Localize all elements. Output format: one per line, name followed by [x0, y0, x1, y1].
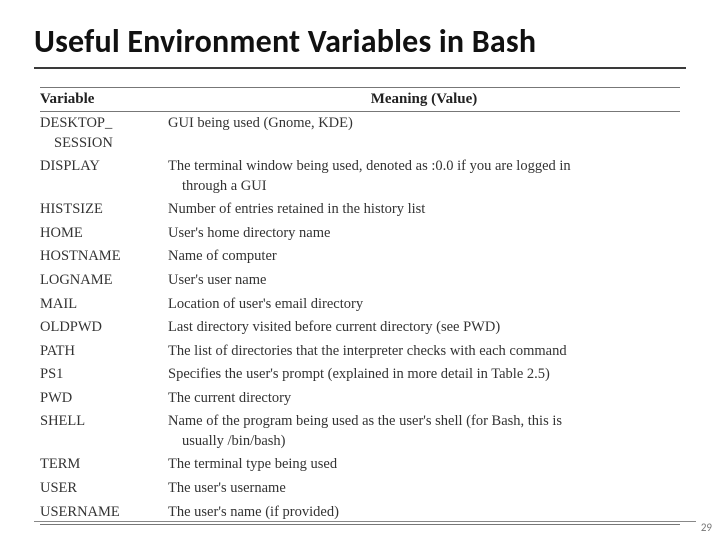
meaning-cell: Number of entries retained in the histor…	[168, 200, 680, 220]
meaning-cell: Last directory visited before current di…	[168, 318, 680, 338]
table-row: MAIL Location of user's email directory	[40, 293, 680, 317]
meaning-line1: Specifies the user's prompt (explained i…	[168, 366, 550, 382]
slide: Useful Environment Variables in Bash Var…	[0, 0, 720, 540]
table-row: HISTSIZE Number of entries retained in th…	[40, 198, 680, 222]
var-cell: LOGNAME	[40, 271, 168, 291]
var-cell: PATH	[40, 342, 168, 362]
var-cell: DESKTOP_ SESSION	[40, 114, 168, 153]
meaning-line1: GUI being used (Gnome, KDE)	[168, 115, 353, 131]
var-line1: LOGNAME	[40, 272, 113, 288]
footer-rule	[34, 521, 696, 522]
table-header: Variable Meaning (Value)	[40, 88, 680, 111]
meaning-line2: usually /bin/bash)	[168, 432, 680, 452]
var-line1: HOSTNAME	[40, 248, 121, 264]
var-cell: TERM	[40, 455, 168, 475]
var-cell: SHELL	[40, 412, 168, 432]
meaning-line1: The current directory	[168, 390, 291, 406]
var-line1: DISPLAY	[40, 158, 100, 174]
table-row: PATH The list of directories that the int…	[40, 340, 680, 364]
meaning-cell: Name of computer	[168, 247, 680, 267]
var-line1: PWD	[40, 390, 72, 406]
meaning-cell: The user's username	[168, 479, 680, 499]
meaning-cell: User's user name	[168, 271, 680, 291]
table-bottom-rule	[40, 524, 680, 525]
meaning-cell: The list of directories that the interpr…	[168, 342, 680, 362]
table-row: HOME User's home directory name	[40, 222, 680, 246]
table-row: HOSTNAME Name of computer	[40, 245, 680, 269]
meaning-cell: The terminal window being used, denoted …	[168, 157, 680, 196]
meaning-cell: User's home directory name	[168, 224, 680, 244]
header-variable: Variable	[40, 91, 168, 108]
meaning-line1: The list of directories that the interpr…	[168, 343, 567, 359]
meaning-line1: The terminal type being used	[168, 456, 337, 472]
var-line1: PS1	[40, 366, 63, 382]
env-vars-table: Variable Meaning (Value) DESKTOP_ SESSION…	[40, 87, 680, 525]
var-cell: USER	[40, 479, 168, 499]
meaning-cell: The user's name (if provided)	[168, 503, 680, 523]
table-row: USER The user's username	[40, 477, 680, 501]
meaning-line1: Location of user's email directory	[168, 296, 363, 312]
meaning-cell: The terminal type being used	[168, 455, 680, 475]
var-line1: MAIL	[40, 296, 77, 312]
meaning-line2: through a GUI	[168, 177, 680, 197]
meaning-line1: Number of entries retained in the histor…	[168, 201, 425, 217]
table-row: DESKTOP_ SESSIONGUI being used (Gnome, KD…	[40, 112, 680, 155]
var-cell: PWD	[40, 389, 168, 409]
meaning-line1: The user's name (if provided)	[168, 504, 339, 520]
meaning-line1: User's user name	[168, 272, 266, 288]
table-body: DESKTOP_ SESSIONGUI being used (Gnome, KD…	[40, 112, 680, 524]
var-line2: SESSION	[40, 134, 168, 154]
meaning-cell: Name of the program being used as the us…	[168, 412, 680, 451]
table-row: OLDPWD Last directory visited before curr…	[40, 316, 680, 340]
title-underline	[34, 67, 686, 69]
var-cell: HISTSIZE	[40, 200, 168, 220]
var-cell: OLDPWD	[40, 318, 168, 338]
table-row: PS1 Specifies the user's prompt (explaine…	[40, 363, 680, 387]
var-line1: HOME	[40, 225, 83, 241]
var-line1: USER	[40, 480, 77, 496]
meaning-line1: Name of computer	[168, 248, 277, 264]
var-cell: MAIL	[40, 295, 168, 315]
var-line1: PATH	[40, 343, 75, 359]
meaning-line1: Last directory visited before current di…	[168, 319, 500, 335]
meaning-line1: The terminal window being used, denoted …	[168, 158, 571, 174]
meaning-line1: The user's username	[168, 480, 286, 496]
table-row: SHELL Name of the program being used as t…	[40, 410, 680, 453]
page-number: 29	[701, 521, 712, 534]
meaning-line1: Name of the program being used as the us…	[168, 413, 562, 429]
var-cell: DISPLAY	[40, 157, 168, 177]
var-cell: USERNAME	[40, 503, 168, 523]
var-cell: HOME	[40, 224, 168, 244]
header-meaning: Meaning (Value)	[168, 91, 680, 108]
meaning-line1: User's home directory name	[168, 225, 330, 241]
var-cell: HOSTNAME	[40, 247, 168, 267]
meaning-cell: Specifies the user's prompt (explained i…	[168, 365, 680, 385]
var-line1: TERM	[40, 456, 80, 472]
var-line1: SHELL	[40, 413, 85, 429]
var-cell: PS1	[40, 365, 168, 385]
table-row: DISPLAY The terminal window being used, d…	[40, 155, 680, 198]
table-row: LOGNAME User's user name	[40, 269, 680, 293]
meaning-cell: The current directory	[168, 389, 680, 409]
var-line1: DESKTOP_	[40, 115, 112, 131]
meaning-cell: GUI being used (Gnome, KDE)	[168, 114, 680, 134]
meaning-cell: Location of user's email directory	[168, 295, 680, 315]
table-row: PWD The current directory	[40, 387, 680, 411]
var-line1: HISTSIZE	[40, 201, 103, 217]
table-row: TERM The terminal type being used	[40, 453, 680, 477]
page-title: Useful Environment Variables in Bash	[34, 22, 686, 61]
var-line1: OLDPWD	[40, 319, 102, 335]
var-line1: USERNAME	[40, 504, 120, 520]
